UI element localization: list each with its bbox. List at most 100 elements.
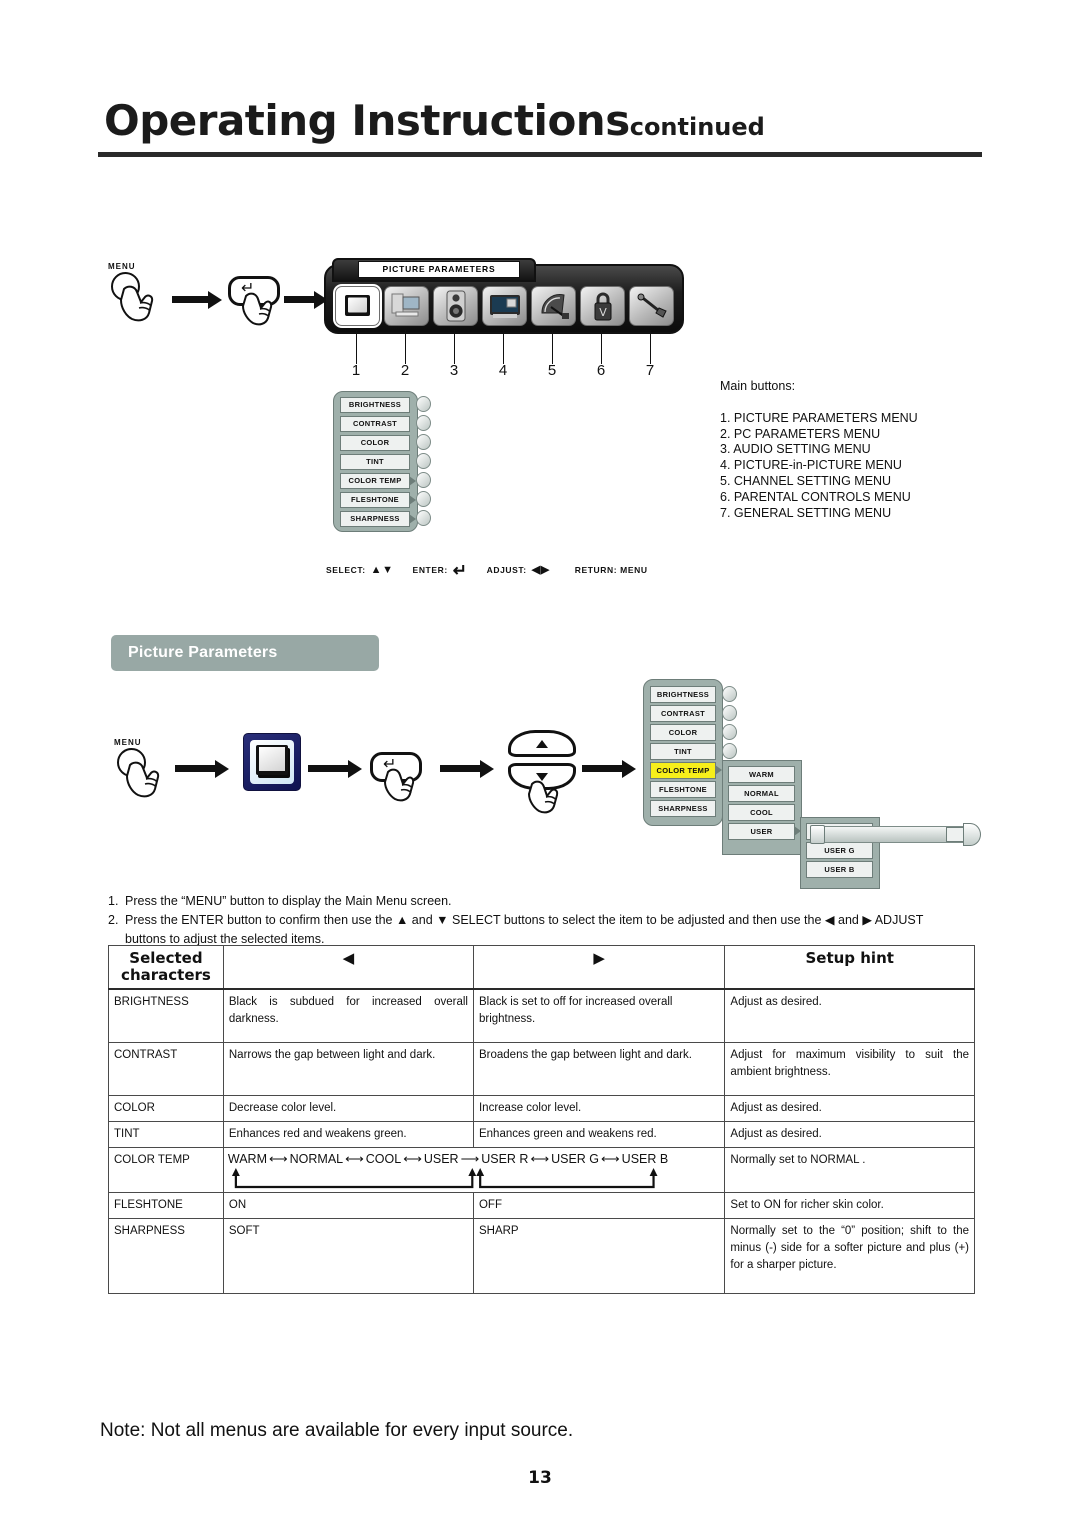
osd-menu-item-fleshtone-top[interactable]: FLESHTONE	[340, 492, 410, 508]
osd-icon-number-2: 2	[400, 362, 410, 379]
pointing-hand-icon-3	[125, 761, 160, 798]
steps-list: 1. Press the “MENU” button to display th…	[108, 892, 984, 949]
osd-icon-channel-setting[interactable]	[531, 286, 576, 326]
osd-menu-item-contrast-top[interactable]: CONTRAST	[340, 416, 410, 432]
osd-icon-picture-in-picture[interactable]	[482, 286, 527, 326]
osd-menu-item-sharpness-top[interactable]: SHARPNESS	[340, 511, 410, 527]
pointing-hand-icon-1	[119, 285, 154, 322]
main-button-item-4: 4. PICTURE-in-PICTURE MENU	[720, 458, 902, 473]
osd-icon-general-setting[interactable]	[629, 286, 674, 326]
main-button-item-6: 6. PARENTAL CONTROLS MENU	[720, 489, 911, 504]
table-row: SHARPNESS SOFT SHARP Normally set to the…	[108, 1218, 975, 1294]
osd-menu-item-fleshtone[interactable]: FLESHTONE	[650, 781, 716, 798]
row-hint-contrast: Adjust for maximum visibility to suit th…	[724, 1042, 975, 1096]
ct-cool: COOL	[365, 1152, 402, 1166]
row-left-fleshtone: ON	[222, 1192, 474, 1219]
row-left-brightness: Black is subdued for increased overall d…	[222, 988, 474, 1043]
row-name-color: COLOR	[108, 1095, 224, 1122]
osd-menu-item-tint[interactable]: TINT	[650, 743, 716, 760]
color-temp-loop-arrows	[231, 1168, 658, 1189]
osd-color-temp-cool[interactable]: COOL	[728, 804, 795, 821]
pc-monitor-icon	[385, 287, 428, 325]
row-right-color: Increase color level.	[472, 1095, 726, 1122]
osd-main-menu-bar: PICTURE PARAMETERS V	[324, 258, 684, 334]
ct-normal: NORMAL	[289, 1152, 344, 1166]
osd-menu-item-brightness-top[interactable]: BRIGHTNESS	[340, 397, 410, 413]
slider-value-box	[946, 827, 964, 842]
title-divider	[98, 152, 982, 157]
user-value-slider[interactable]	[805, 823, 981, 846]
osd-icon-number-7: 7	[645, 362, 655, 379]
pointing-hand-icon-4	[383, 768, 415, 802]
select-up-button[interactable]	[508, 730, 576, 757]
main-button-item-5: 5. CHANNEL SETTING MENU	[720, 473, 892, 488]
osd-user-b[interactable]: USER B	[806, 861, 873, 878]
manual-page: Operating Instructionscontinued MENU ↵ P…	[0, 0, 1080, 1528]
main-button-item-7: 7. GENERAL SETTING MENU	[720, 505, 892, 520]
tv-icon	[336, 287, 379, 325]
osd-icon-number-1: 1	[351, 362, 361, 379]
row-hint-brightness: Adjust as desired.	[724, 988, 975, 1043]
row-hint-color: Adjust as desired.	[724, 1095, 975, 1122]
osd-title-label: PICTURE PARAMETERS	[358, 261, 520, 278]
menu-button-label-2: MENU	[114, 738, 142, 747]
row-name-fleshtone: FLESHTONE	[108, 1192, 224, 1219]
table-row: COLOR TEMP WARM ⟷ NORMAL ⟷ COOL ⟷ USER ⟶ USER R ⟷…	[108, 1147, 975, 1193]
osd-menu-item-color-temp-top[interactable]: COLOR TEMP	[340, 473, 410, 489]
osd-menu-item-tint-top[interactable]: TINT	[340, 454, 410, 470]
osd-icon-pc-parameters[interactable]	[384, 286, 429, 326]
row-right-sharpness: SHARP	[472, 1218, 726, 1294]
pointing-hand-icon-2	[241, 292, 273, 326]
footer-note: Note: Not all menus are available for ev…	[100, 1420, 574, 1441]
table-row: COLOR Decrease color level. Increase col…	[108, 1095, 975, 1122]
enter-arrow-icon: ↵	[452, 561, 468, 580]
osd-menu-item-brightness[interactable]: BRIGHTNESS	[650, 686, 716, 703]
osd-icon-number-3: 3	[449, 362, 459, 379]
row-name-color-temp: COLOR TEMP	[108, 1147, 224, 1193]
osd-user-g[interactable]: USER G	[806, 842, 873, 859]
osd-menu-item-sharpness[interactable]: SHARPNESS	[650, 800, 716, 817]
ct-user-r: USER R	[481, 1152, 529, 1166]
page-title-suffix: continued	[629, 113, 765, 141]
osd-menu-item-contrast[interactable]: CONTRAST	[650, 705, 716, 722]
parameters-table: Selected characters ◀ ▶ Setup hint BRIGH…	[108, 945, 975, 1294]
legend-return-label: RETURN: MENU	[574, 565, 648, 575]
svg-text:V: V	[599, 306, 607, 319]
menu-button-label-1: MENU	[108, 262, 136, 271]
row-name-sharpness: SHARPNESS	[108, 1218, 224, 1294]
ct-user-b: USER B	[621, 1152, 669, 1166]
osd-color-temp-normal[interactable]: NORMAL	[728, 785, 795, 802]
picture-parameters-tv-icon[interactable]	[243, 733, 301, 791]
step-2-text: Press the ENTER button to confirm then u…	[125, 913, 924, 927]
osd-menu-item-color-temp[interactable]: COLOR TEMP	[650, 762, 716, 779]
adjust-arrows-icon: ◀▶	[531, 564, 550, 576]
row-left-sharpness: SOFT	[222, 1218, 474, 1294]
row-name-brightness: BRIGHTNESS	[108, 988, 224, 1043]
row-left-tint: Enhances red and weakens green.	[222, 1121, 474, 1148]
tv-icon-screen	[256, 745, 288, 775]
slider-track[interactable]	[814, 826, 968, 843]
osd-icon-audio-setting[interactable]	[433, 286, 478, 326]
table-header-left-arrow: ◀	[222, 945, 474, 990]
header-line-1: Selected	[129, 949, 203, 967]
osd-color-temp-warm[interactable]: WARM	[728, 766, 795, 783]
table-header-right-arrow: ▶	[472, 945, 726, 990]
header-line-2: characters	[121, 966, 211, 984]
page-number: 13	[528, 1468, 552, 1488]
legend-adjust-label: ADJUST:	[486, 565, 527, 575]
osd-icon-parental-controls[interactable]: V	[580, 286, 625, 326]
slider-thumb[interactable]	[810, 825, 825, 844]
row-color-temp-sequence: WARM ⟷ NORMAL ⟷ COOL ⟷ USER ⟶ USER R ⟷ USER G ⟷ USER…	[222, 1147, 726, 1193]
osd-menu-item-color-top[interactable]: COLOR	[340, 435, 410, 451]
osd-color-temp-user[interactable]: USER	[728, 823, 795, 840]
table-row: CONTRAST Narrows the gap between light a…	[108, 1042, 975, 1096]
select-arrows-icon: ▲▼	[370, 564, 394, 576]
row-hint-fleshtone: Set to ON for richer skin color.	[724, 1192, 975, 1219]
pointing-hand-icon-5	[527, 780, 559, 814]
osd-icon-number-6: 6	[596, 362, 606, 379]
row-right-fleshtone: OFF	[472, 1192, 726, 1219]
osd-icon-picture-parameters[interactable]	[335, 286, 380, 326]
osd-menu-item-color[interactable]: COLOR	[650, 724, 716, 741]
speaker-icon	[434, 287, 477, 325]
table-row: BRIGHTNESS Black is subdued for increase…	[108, 988, 975, 1043]
